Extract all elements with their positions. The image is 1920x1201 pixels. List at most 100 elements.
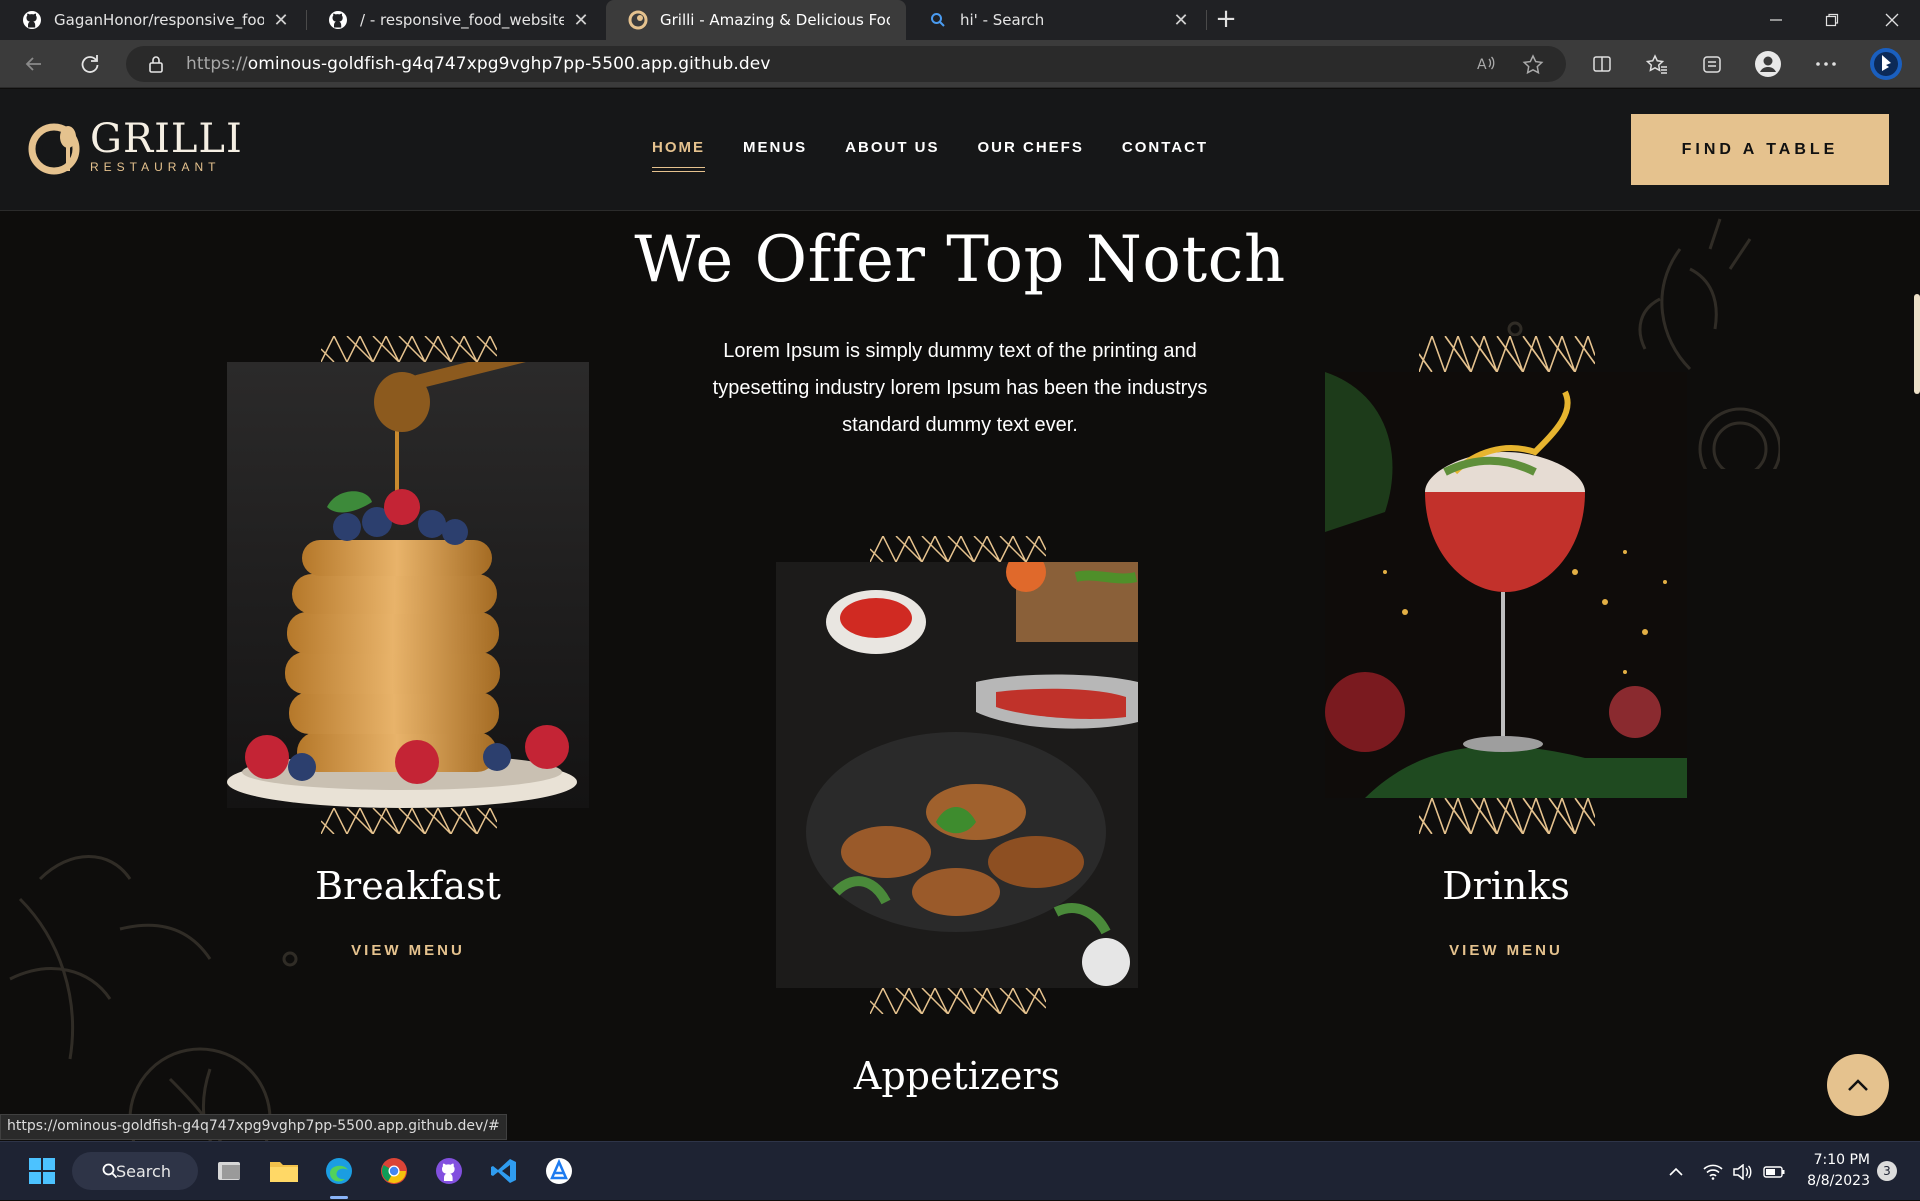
battery-icon[interactable] <box>1763 1142 1785 1201</box>
volume-icon[interactable] <box>1733 1142 1753 1201</box>
task-view-icon[interactable] <box>210 1151 250 1191</box>
split-screen-icon[interactable] <box>1588 50 1616 78</box>
tab-title: GaganHonor/responsive_food_w <box>54 11 264 29</box>
url-host: ominous-goldfish-g4q747xpg9vghp7pp-5500.… <box>247 54 771 74</box>
tab-title: hi' - Search <box>960 11 1045 29</box>
nav-item-about-us[interactable]: ABOUT US <box>845 139 939 156</box>
pattern-decoration-icon <box>870 536 1046 562</box>
nav-item-home[interactable]: HOME <box>652 139 705 172</box>
appetizers-photo[interactable] <box>776 562 1138 988</box>
windows-start-icon[interactable] <box>22 1151 62 1191</box>
url-field[interactable]: https://ominous-goldfish-g4q747xpg9vghp7… <box>126 46 1566 82</box>
tab-grilli[interactable]: Grilli - Amazing & Delicious Food <box>606 0 906 40</box>
profile-avatar-icon[interactable] <box>1754 50 1782 78</box>
search-icon <box>928 10 948 30</box>
nav-item-our-chefs[interactable]: OUR CHEFS <box>978 139 1084 156</box>
edge-browser-icon[interactable] <box>319 1151 359 1191</box>
browser-tab-bar: GaganHonor/responsive_food_w ✕ / - respo… <box>0 0 1920 40</box>
system-clock[interactable]: 7:10 PM 8/8/2023 <box>1800 1150 1870 1192</box>
tab-search[interactable]: hi' - Search ✕ <box>906 0 1206 40</box>
nav-label: OUR CHEFS <box>977 139 1084 156</box>
file-explorer-icon[interactable] <box>264 1151 304 1191</box>
collections-icon[interactable] <box>1698 50 1726 78</box>
view-menu-link[interactable]: VIEW MENU <box>1325 942 1687 959</box>
search-icon <box>102 1163 118 1179</box>
back-to-top-button[interactable] <box>1827 1054 1889 1116</box>
find-a-table-button[interactable]: FIND A TABLE <box>1631 114 1889 185</box>
pattern-decoration-icon <box>321 808 497 834</box>
search-label: Search <box>116 1161 171 1181</box>
bing-copilot-icon[interactable] <box>1868 46 1904 82</box>
refresh-button[interactable] <box>74 48 106 80</box>
nav-item-menus[interactable]: MENUS <box>743 139 807 156</box>
minimize-button[interactable] <box>1748 0 1804 40</box>
tab-title: Grilli - Amazing & Delicious Food <box>660 11 890 29</box>
tab-title: / - responsive_food_website [Coc <box>360 11 564 29</box>
tab-codespace[interactable]: / - responsive_food_website [Coc ✕ <box>306 0 606 40</box>
view-menu-link[interactable]: VIEW MENU <box>227 942 589 959</box>
back-button[interactable] <box>18 48 50 80</box>
website-viewport: GRILLI RESTAURANT HOME MENUS ABOUT US OU… <box>0 89 1920 1141</box>
site-logo[interactable]: GRILLI RESTAURANT <box>28 119 243 175</box>
pattern-decoration-icon <box>321 336 497 362</box>
close-icon[interactable]: ✕ <box>1172 10 1190 31</box>
service-card-appetizers: Appetizers <box>776 536 1138 1136</box>
chevron-up-icon <box>1848 1079 1868 1091</box>
card-title: Appetizers <box>853 1054 1061 1098</box>
nav-item-contact[interactable]: CONTACT <box>1122 139 1208 156</box>
grilli-icon <box>628 10 648 30</box>
close-icon[interactable]: ✕ <box>572 10 590 31</box>
svg-text:A: A <box>1477 57 1487 73</box>
drinks-photo[interactable] <box>1325 372 1687 798</box>
grilli-logo-icon <box>28 123 80 175</box>
section-description: Lorem Ipsum is simply dummy text of the … <box>712 340 1208 436</box>
tray-overflow-icon[interactable] <box>1668 1142 1684 1201</box>
close-icon[interactable]: ✕ <box>272 10 290 31</box>
taskbar-search[interactable]: Search <box>72 1152 198 1190</box>
breakfast-photo[interactable] <box>227 362 589 808</box>
read-aloud-icon[interactable]: A <box>1476 54 1496 78</box>
address-toolbar: https://ominous-goldfish-g4q747xpg9vghp7… <box>0 40 1920 88</box>
nav-label: MENUS <box>743 139 808 156</box>
url-text: https://ominous-goldfish-g4q747xpg9vghp7… <box>186 54 771 74</box>
logo-subtitle: RESTAURANT <box>90 160 221 174</box>
more-options-icon[interactable] <box>1812 50 1840 78</box>
chrome-icon[interactable] <box>374 1151 414 1191</box>
github-desktop-icon[interactable] <box>429 1151 469 1191</box>
windows-taskbar: Search 7:10 PM 8/8/2023 3 <box>0 1141 1920 1200</box>
github-icon <box>22 10 42 30</box>
window-close-button[interactable] <box>1864 0 1920 40</box>
status-bar-url: https://ominous-goldfish-g4q747xpg9vghp7… <box>0 1114 507 1140</box>
notification-badge[interactable]: 3 <box>1877 1161 1897 1181</box>
nav-label: ABOUT US <box>845 139 940 156</box>
tab-github-repo[interactable]: GaganHonor/responsive_food_w ✕ <box>0 0 306 40</box>
new-tab-button[interactable]: + <box>1212 6 1240 34</box>
clock-time: 7:10 PM <box>1813 1152 1870 1168</box>
app-store-icon[interactable] <box>539 1151 579 1191</box>
service-card-drinks: Drinks VIEW MENU <box>1325 336 1687 1056</box>
pattern-decoration-icon <box>1419 798 1595 834</box>
pattern-decoration-icon <box>870 988 1046 1014</box>
active-underline <box>652 167 705 172</box>
logo-name: GRILLI <box>90 116 243 162</box>
favorites-icon[interactable] <box>1643 50 1671 78</box>
clock-date: 8/8/2023 <box>1807 1173 1870 1189</box>
vscode-icon[interactable] <box>484 1151 524 1191</box>
pattern-decoration-icon <box>1419 336 1595 372</box>
section-title: We Offer Top Notch <box>634 223 1286 297</box>
main-nav: HOME MENUS ABOUT US OUR CHEFS CONTACT <box>652 139 1246 172</box>
card-title: Breakfast <box>315 864 501 908</box>
service-card-breakfast: Breakfast VIEW MENU <box>227 336 589 1056</box>
card-title: Drinks <box>1442 864 1570 908</box>
site-header: GRILLI RESTAURANT HOME MENUS ABOUT US OU… <box>0 89 1920 211</box>
nav-label: HOME <box>652 139 705 156</box>
github-icon <box>328 10 348 30</box>
scrollbar-thumb[interactable] <box>1914 294 1920 394</box>
active-app-indicator <box>330 1196 348 1199</box>
favorite-star-icon[interactable] <box>1522 54 1544 80</box>
url-scheme: https:// <box>186 54 248 74</box>
nav-label: CONTACT <box>1121 139 1209 156</box>
lock-icon <box>148 55 164 77</box>
wifi-icon[interactable] <box>1703 1142 1723 1201</box>
restore-button[interactable] <box>1804 0 1860 40</box>
